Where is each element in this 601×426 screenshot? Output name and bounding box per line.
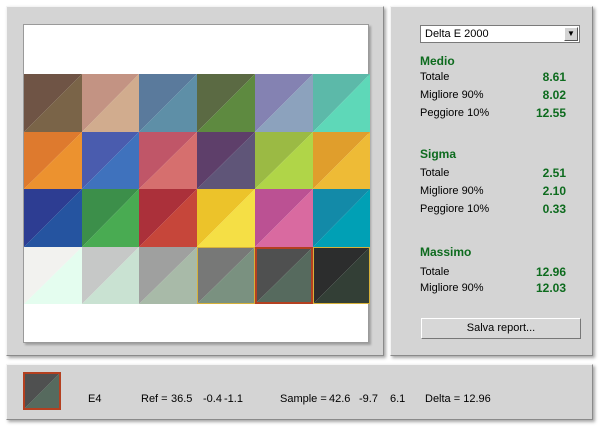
sample-b-value: 6.1: [390, 393, 406, 405]
metric-dropdown[interactable]: Delta E 2000 ▼: [420, 25, 580, 43]
color-patch[interactable]: [82, 247, 139, 304]
color-patch[interactable]: [24, 132, 82, 189]
ref-a-value: -0.4: [203, 393, 222, 405]
massimo-totale-value: 12.96: [535, 265, 566, 279]
sigma-totale-value: 2.51: [542, 166, 566, 180]
chart-panel: [6, 6, 384, 356]
color-patch[interactable]: [82, 189, 139, 247]
ref-label: Ref =: [141, 393, 168, 405]
sigma-totale-label: Totale: [420, 167, 450, 179]
sample-l-value: 42.6: [329, 393, 351, 405]
color-patch[interactable]: [24, 74, 82, 132]
color-patch[interactable]: [139, 74, 197, 132]
sigma-best90-label: Migliore 90%: [420, 185, 484, 197]
color-patch[interactable]: [197, 132, 255, 189]
massimo-best90-value: 12.03: [535, 281, 566, 295]
color-patch[interactable]: [24, 247, 82, 304]
section-title-sigma: Sigma: [420, 147, 457, 161]
medio-best90-label: Migliore 90%: [420, 89, 484, 101]
color-patch[interactable]: [24, 189, 82, 247]
ref-l-value: 36.5: [171, 393, 193, 405]
color-patch[interactable]: [197, 189, 255, 247]
massimo-totale-label: Totale: [420, 266, 450, 278]
color-patch[interactable]: [197, 74, 255, 132]
color-patch[interactable]: [255, 189, 313, 247]
color-patch[interactable]: [255, 132, 313, 189]
color-patch[interactable]: [139, 132, 197, 189]
save-report-button[interactable]: Salva report...: [421, 318, 581, 339]
color-patch[interactable]: [139, 189, 197, 247]
medio-totale-value: 8.61: [542, 70, 566, 84]
stats-panel: Delta E 2000 ▼ Medio Totale 8.61 Miglior…: [390, 6, 593, 356]
selection-info-panel: E4 Ref = 36.5 -0.4 -1.1 Sample = 42.6 -9…: [6, 364, 593, 420]
section-title-massimo: Massimo: [420, 245, 472, 259]
medio-totale-label: Totale: [420, 71, 450, 83]
color-patch-chart: [23, 24, 370, 343]
patch-id: E4: [88, 393, 102, 405]
ref-b-value: -1.1: [224, 393, 243, 405]
chevron-down-icon[interactable]: ▼: [564, 27, 578, 41]
sigma-best90-value: 2.10: [542, 184, 566, 198]
color-patch[interactable]: [139, 247, 197, 304]
color-patch[interactable]: [82, 132, 139, 189]
metric-dropdown-value: Delta E 2000: [425, 28, 489, 40]
color-patch[interactable]: [313, 189, 370, 247]
color-patch[interactable]: [255, 247, 313, 304]
color-patch[interactable]: [197, 247, 255, 304]
sigma-worst10-label: Peggiore 10%: [420, 203, 490, 215]
section-title-medio: Medio: [420, 54, 455, 68]
color-patch[interactable]: [82, 74, 139, 132]
color-patch[interactable]: [313, 247, 370, 304]
sample-label: Sample =: [280, 393, 327, 405]
color-patch[interactable]: [255, 74, 313, 132]
medio-worst10-label: Peggiore 10%: [420, 107, 490, 119]
medio-best90-value: 8.02: [542, 88, 566, 102]
sample-a-value: -9.7: [359, 393, 378, 405]
medio-worst10-value: 12.55: [535, 106, 566, 120]
color-patch[interactable]: [313, 132, 370, 189]
delta-value: Delta = 12.96: [425, 393, 491, 405]
massimo-best90-label: Migliore 90%: [420, 282, 484, 294]
sigma-worst10-value: 0.33: [542, 202, 566, 216]
selected-patch-swatch: [23, 372, 61, 410]
color-patch[interactable]: [313, 74, 370, 132]
